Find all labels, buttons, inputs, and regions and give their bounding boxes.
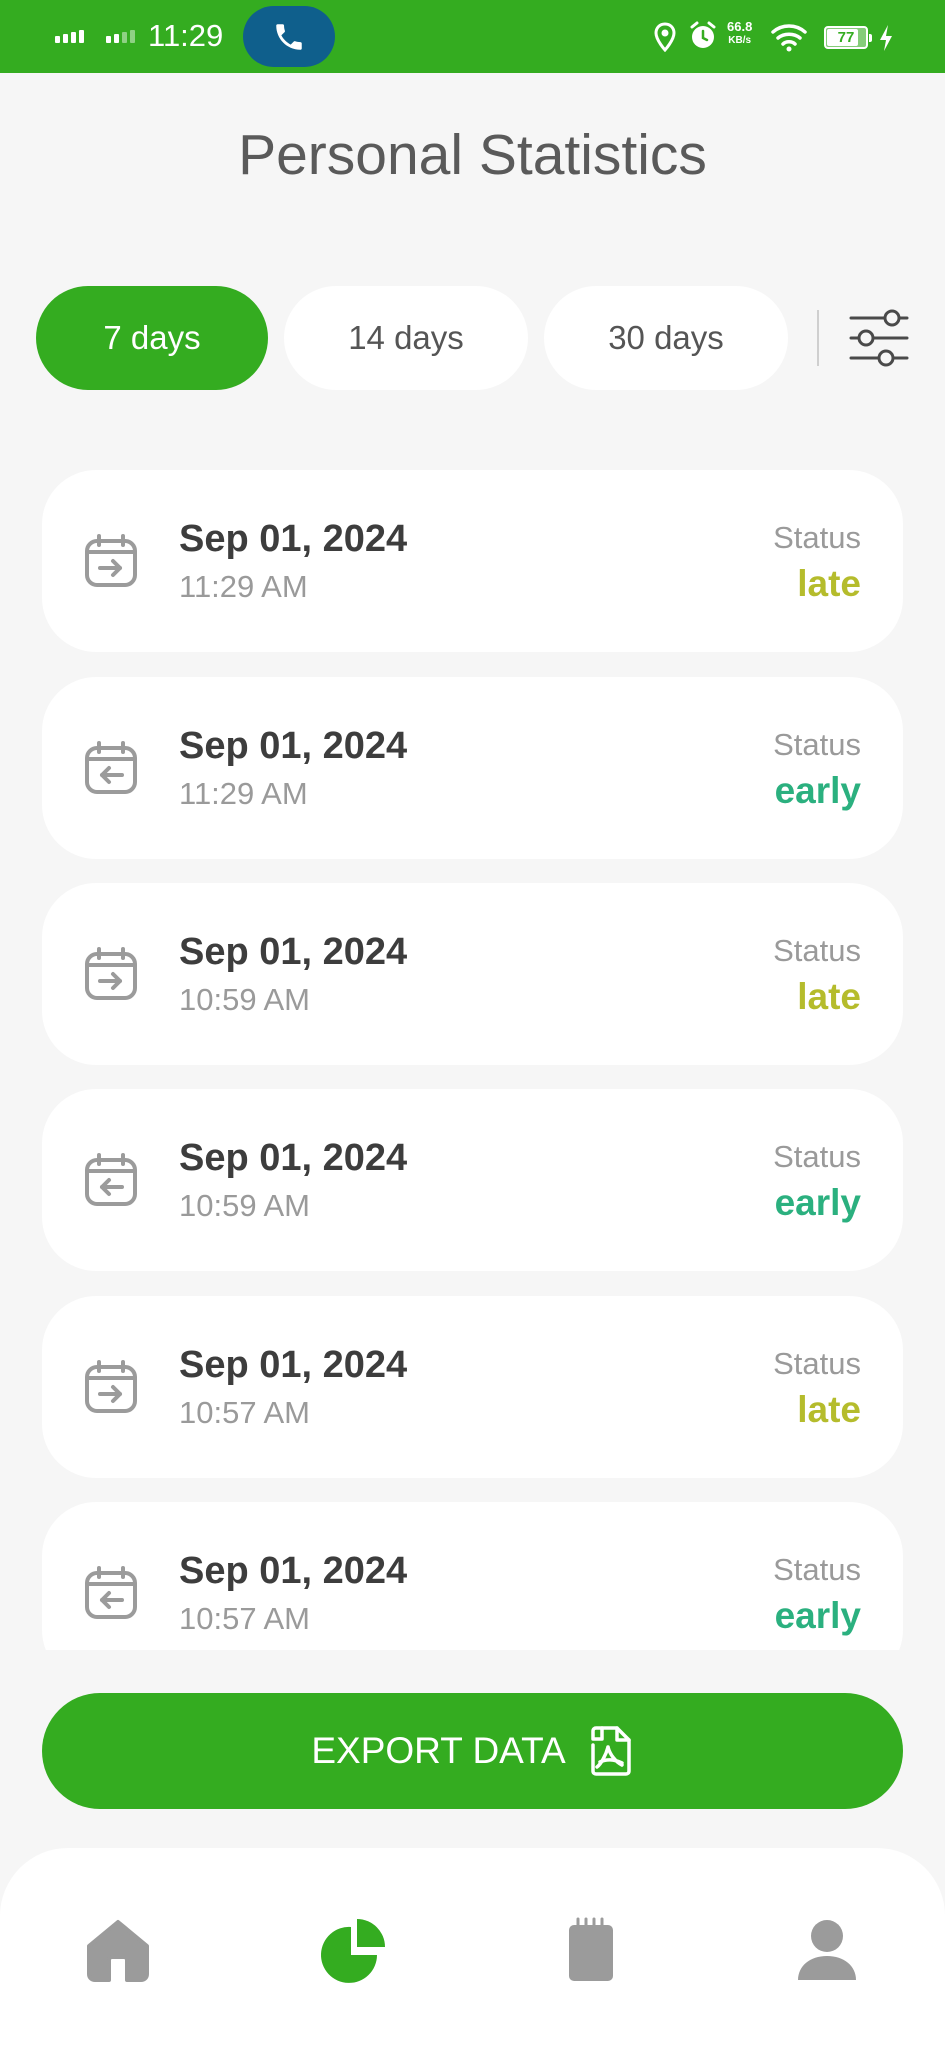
signal-strength-secondary-icon [106,30,135,43]
phone-icon [276,23,302,50]
export-data-button[interactable]: EXPORT DATA [42,1693,903,1809]
bottom-navigation [0,1848,945,2048]
user-icon [798,1920,856,1980]
status-label: Status [773,520,861,555]
ongoing-call-pill[interactable] [243,6,335,67]
calendar-check-in-icon [85,1360,137,1413]
alarm-icon [690,21,716,48]
location-icon [654,22,676,52]
wifi-icon [771,24,807,52]
record-date: Sep 01, 2024 [179,518,408,560]
record-date: Sep 01, 2024 [179,1344,408,1386]
attendance-list[interactable]: Sep 01, 2024 11:29 AM Status late Sep 01… [0,460,945,1650]
record-time: 10:57 AM [179,1395,310,1430]
tab-divider [817,310,819,366]
pie-chart-icon [321,1919,385,1983]
status-bar: 11:29 66.8 KB/s 77 [0,0,945,73]
page-title: Personal Statistics [238,123,707,187]
network-speed-value: 66.8 [727,19,753,34]
status-label: Status [773,727,861,762]
pdf-file-icon [590,1726,631,1776]
record-time: 11:29 AM [179,569,308,604]
attendance-record[interactable]: Sep 01, 2024 11:29 AM Status early [42,677,903,859]
nav-home[interactable] [78,1910,158,1990]
network-speed: 66.8 KB/s [727,20,752,48]
status-label: Status [773,1552,861,1587]
signal-strength-icon [55,30,84,43]
tab-14-days[interactable]: 14 days [284,286,528,390]
status-time: 11:29 [148,18,224,53]
record-time: 10:59 AM [179,1188,310,1223]
record-date: Sep 01, 2024 [179,1550,408,1592]
record-date: Sep 01, 2024 [179,725,408,767]
battery-level: 77 [837,29,855,46]
export-data-label: EXPORT DATA [311,1730,566,1771]
calendar-check-in-icon [85,947,137,1000]
calendar-check-in-icon [85,534,137,587]
charging-bolt-icon [880,25,892,51]
filter-sliders-icon[interactable] [848,308,910,368]
status-value: early [774,770,861,811]
status-label: Status [773,1346,861,1381]
battery-indicator: 77 [824,26,872,49]
network-speed-unit: KB/s [728,35,752,46]
status-label: Status [773,933,861,968]
screen: 11:29 66.8 KB/s 77 Personal Statistics 7… [0,0,945,2048]
attendance-record[interactable]: Sep 01, 2024 11:29 AM Status late [42,470,903,652]
calendar-check-out-icon [85,1153,137,1206]
nav-notes[interactable] [551,1910,631,1990]
calendar-check-out-icon [85,741,137,794]
status-value: early [774,1182,861,1223]
nav-profile[interactable] [787,1910,867,1990]
record-date: Sep 01, 2024 [179,931,408,973]
status-value: late [797,563,861,604]
record-time: 11:29 AM [179,776,308,811]
home-icon [87,1920,149,1982]
tab-30-days[interactable]: 30 days [544,286,788,390]
tab-7-days[interactable]: 7 days [36,286,268,390]
status-value: late [797,1389,861,1430]
record-time: 10:59 AM [179,982,310,1017]
attendance-record[interactable]: Sep 01, 2024 10:59 AM Status early [42,1089,903,1271]
status-value: late [797,976,861,1017]
record-date: Sep 01, 2024 [179,1137,408,1179]
attendance-record[interactable]: Sep 01, 2024 10:59 AM Status late [42,883,903,1065]
status-label: Status [773,1139,861,1174]
notepad-icon [569,1917,613,1981]
attendance-record[interactable]: Sep 01, 2024 10:57 AM Status early [42,1502,903,1650]
record-time: 10:57 AM [179,1601,310,1636]
nav-statistics[interactable] [314,1910,394,1990]
attendance-record[interactable]: Sep 01, 2024 10:57 AM Status late [42,1296,903,1478]
status-value: early [774,1595,861,1636]
calendar-check-out-icon [85,1566,137,1619]
